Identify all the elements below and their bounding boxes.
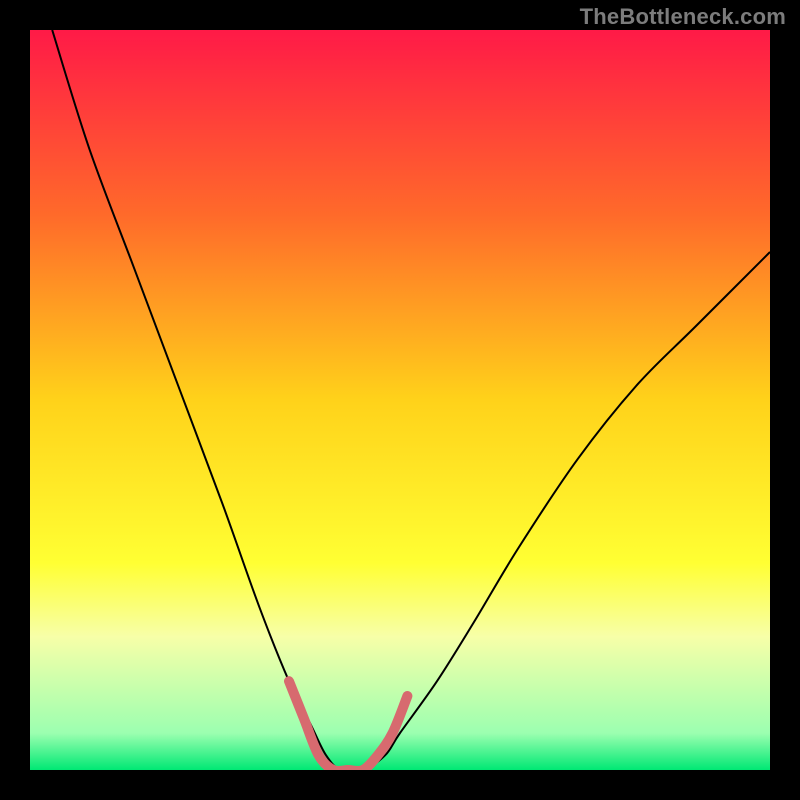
chart-svg <box>30 30 770 770</box>
outer-frame: TheBottleneck.com <box>0 0 800 800</box>
chart-background <box>30 30 770 770</box>
watermark-text: TheBottleneck.com <box>580 4 786 30</box>
chart-container <box>30 30 770 770</box>
